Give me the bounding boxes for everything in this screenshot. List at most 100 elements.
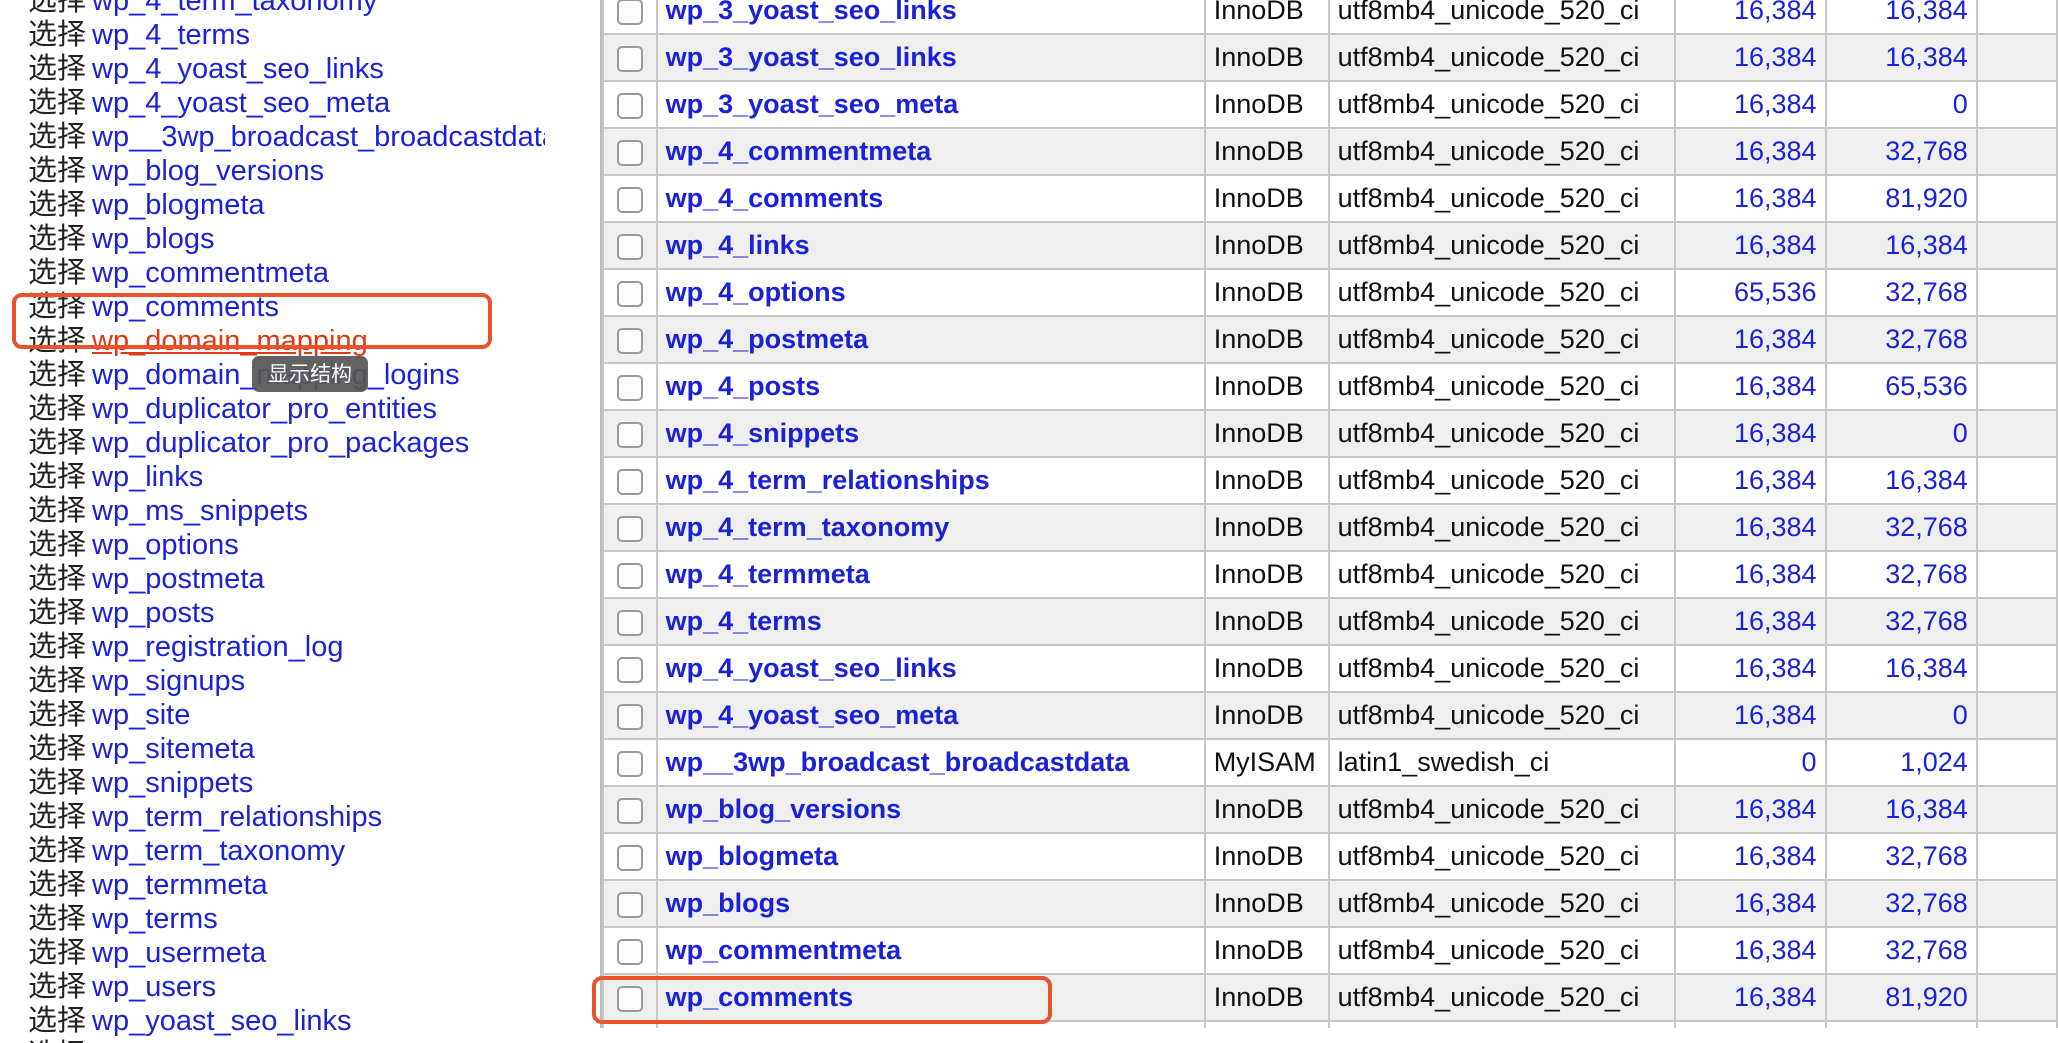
table-name-link[interactable]: wp_ms_snippets bbox=[92, 495, 308, 527]
table-name-link[interactable]: wp_term_taxonomy bbox=[92, 835, 345, 867]
select-table-link[interactable]: 选择 bbox=[28, 119, 86, 153]
table-name-link[interactable]: wp_options bbox=[92, 529, 239, 561]
row-checkbox[interactable] bbox=[616, 92, 643, 119]
select-table-link[interactable]: 选择 bbox=[28, 867, 86, 901]
select-table-link[interactable]: 选择 bbox=[28, 493, 86, 527]
row-checkbox[interactable] bbox=[616, 139, 643, 166]
table-name-link[interactable]: wp_links bbox=[92, 461, 203, 493]
table-name-link[interactable]: wp_4_terms bbox=[666, 606, 822, 636]
row-checkbox[interactable] bbox=[616, 797, 643, 824]
select-table-link[interactable]: 选择 bbox=[28, 459, 86, 493]
table-name-link[interactable]: wp_signups bbox=[92, 665, 245, 697]
table-name-link[interactable]: wp_4_term_relationships bbox=[666, 465, 990, 495]
table-name-link[interactable]: wp_sitemeta bbox=[92, 733, 255, 765]
table-name-link[interactable]: wp_4_terms bbox=[92, 19, 250, 51]
row-checkbox[interactable] bbox=[616, 280, 643, 307]
table-name-link[interactable]: wp_4_yoast_seo_meta bbox=[666, 700, 959, 730]
table-name-link[interactable]: wp_4_links bbox=[666, 230, 810, 260]
table-name-link[interactable]: wp_4_yoast_seo_meta bbox=[92, 87, 390, 119]
row-checkbox[interactable] bbox=[616, 656, 643, 683]
select-table-link[interactable]: 选择 bbox=[28, 425, 86, 459]
table-name-link[interactable]: wp_4_options bbox=[666, 277, 846, 307]
table-name-link[interactable]: wp_termmeta bbox=[92, 869, 268, 901]
row-checkbox[interactable] bbox=[616, 0, 643, 25]
table-name-link[interactable]: wp_blog_versions bbox=[92, 155, 324, 187]
select-table-link[interactable]: 选择 bbox=[28, 1037, 86, 1043]
table-name-link[interactable]: wp_4_term_taxonomy bbox=[92, 0, 377, 17]
table-name-link[interactable]: wp_blog_versions bbox=[666, 794, 902, 824]
table-name-link[interactable]: wp__3wp_broadcast_broadcastdata bbox=[92, 121, 545, 153]
row-checkbox[interactable] bbox=[616, 468, 643, 495]
table-name-link[interactable]: wp_posts bbox=[92, 597, 215, 629]
select-table-link[interactable]: 选择 bbox=[28, 799, 86, 833]
table-name-link[interactable]: wp_terms bbox=[92, 903, 218, 935]
table-name-link[interactable]: wp_yoast_seo_links bbox=[92, 1005, 352, 1037]
table-name-link[interactable]: wp_yoast_seo_meta bbox=[92, 1039, 358, 1043]
table-name-link[interactable]: wp_users bbox=[92, 971, 216, 1003]
row-checkbox[interactable] bbox=[616, 938, 643, 965]
select-table-link[interactable]: 选择 bbox=[28, 51, 86, 85]
row-checkbox[interactable] bbox=[616, 515, 643, 542]
select-table-link[interactable]: 选择 bbox=[28, 187, 86, 221]
row-checkbox[interactable] bbox=[616, 750, 643, 777]
table-name-link[interactable]: wp_4_comments bbox=[666, 183, 884, 213]
table-name-link[interactable]: wp_4_postmeta bbox=[666, 324, 869, 354]
select-table-link[interactable]: 选择 bbox=[28, 901, 86, 935]
select-table-link[interactable]: 选择 bbox=[28, 561, 86, 595]
row-checkbox[interactable] bbox=[616, 327, 643, 354]
select-table-link[interactable]: 选择 bbox=[28, 0, 86, 17]
table-name-link[interactable]: wp_4_commentmeta bbox=[666, 136, 932, 166]
table-name-link[interactable]: wp_blogs bbox=[92, 223, 215, 255]
row-checkbox[interactable] bbox=[616, 374, 643, 401]
row-checkbox[interactable] bbox=[616, 233, 643, 260]
select-table-link[interactable]: 选择 bbox=[28, 527, 86, 561]
table-name-link[interactable]: wp__3wp_broadcast_broadcastdata bbox=[666, 747, 1130, 777]
select-table-link[interactable]: 选择 bbox=[28, 221, 86, 255]
table-name-link[interactable]: wp_4_yoast_seo_links bbox=[92, 53, 384, 85]
row-checkbox[interactable] bbox=[616, 844, 643, 871]
table-name-link[interactable]: wp_commentmeta bbox=[92, 257, 329, 289]
table-name-link[interactable]: wp_snippets bbox=[92, 767, 253, 799]
table-name-link[interactable]: wp_usermeta bbox=[92, 937, 266, 969]
table-name-link[interactable]: wp_site bbox=[92, 699, 190, 731]
table-name-link[interactable]: wp_4_posts bbox=[666, 371, 821, 401]
select-table-link[interactable]: 选择 bbox=[28, 969, 86, 1003]
table-name-link[interactable]: wp_4_snippets bbox=[666, 418, 860, 448]
select-table-link[interactable]: 选择 bbox=[28, 595, 86, 629]
select-table-link[interactable]: 选择 bbox=[28, 765, 86, 799]
row-checkbox[interactable] bbox=[616, 45, 643, 72]
table-name-link[interactable]: wp_commentmeta bbox=[666, 935, 902, 965]
table-name-link[interactable]: wp_4_yoast_seo_links bbox=[666, 653, 957, 683]
row-checkbox[interactable] bbox=[616, 703, 643, 730]
select-table-link[interactable]: 选择 bbox=[28, 1003, 86, 1037]
select-table-link[interactable]: 选择 bbox=[28, 153, 86, 187]
table-name-link[interactable]: wp_3_yoast_seo_links bbox=[666, 0, 957, 25]
table-name-link[interactable]: wp_term_relationships bbox=[92, 801, 382, 833]
select-table-link[interactable]: 选择 bbox=[28, 833, 86, 867]
select-table-link[interactable]: 选择 bbox=[28, 391, 86, 425]
table-name-link[interactable]: wp_duplicator_pro_entities bbox=[92, 393, 437, 425]
table-name-link[interactable]: wp_blogs bbox=[666, 888, 791, 918]
row-checkbox[interactable] bbox=[616, 562, 643, 589]
table-name-link[interactable]: wp_4_termmeta bbox=[666, 559, 870, 589]
table-name-link[interactable]: wp_blogmeta bbox=[92, 189, 265, 221]
select-table-link[interactable]: 选择 bbox=[28, 85, 86, 119]
table-name-link[interactable]: wp_4_term_taxonomy bbox=[666, 512, 950, 542]
table-name-link[interactable]: wp_registration_log bbox=[92, 631, 343, 663]
select-table-link[interactable]: 选择 bbox=[28, 731, 86, 765]
select-table-link[interactable]: 选择 bbox=[28, 255, 86, 289]
select-table-link[interactable]: 选择 bbox=[28, 697, 86, 731]
table-name-link[interactable]: wp_3_yoast_seo_meta bbox=[666, 89, 959, 119]
table-name-link[interactable]: wp_blogmeta bbox=[666, 841, 839, 871]
table-name-link[interactable]: wp_duplicator_pro_packages bbox=[92, 427, 469, 459]
row-checkbox[interactable] bbox=[616, 186, 643, 213]
table-name-link[interactable]: wp_postmeta bbox=[92, 563, 265, 595]
select-table-link[interactable]: 选择 bbox=[28, 935, 86, 969]
row-checkbox[interactable] bbox=[616, 421, 643, 448]
select-table-link[interactable]: 选择 bbox=[28, 629, 86, 663]
select-table-link[interactable]: 选择 bbox=[28, 17, 86, 51]
select-table-link[interactable]: 选择 bbox=[28, 663, 86, 697]
row-checkbox[interactable] bbox=[616, 609, 643, 636]
row-checkbox[interactable] bbox=[616, 891, 643, 918]
table-name-link[interactable]: wp_3_yoast_seo_links bbox=[666, 42, 957, 72]
